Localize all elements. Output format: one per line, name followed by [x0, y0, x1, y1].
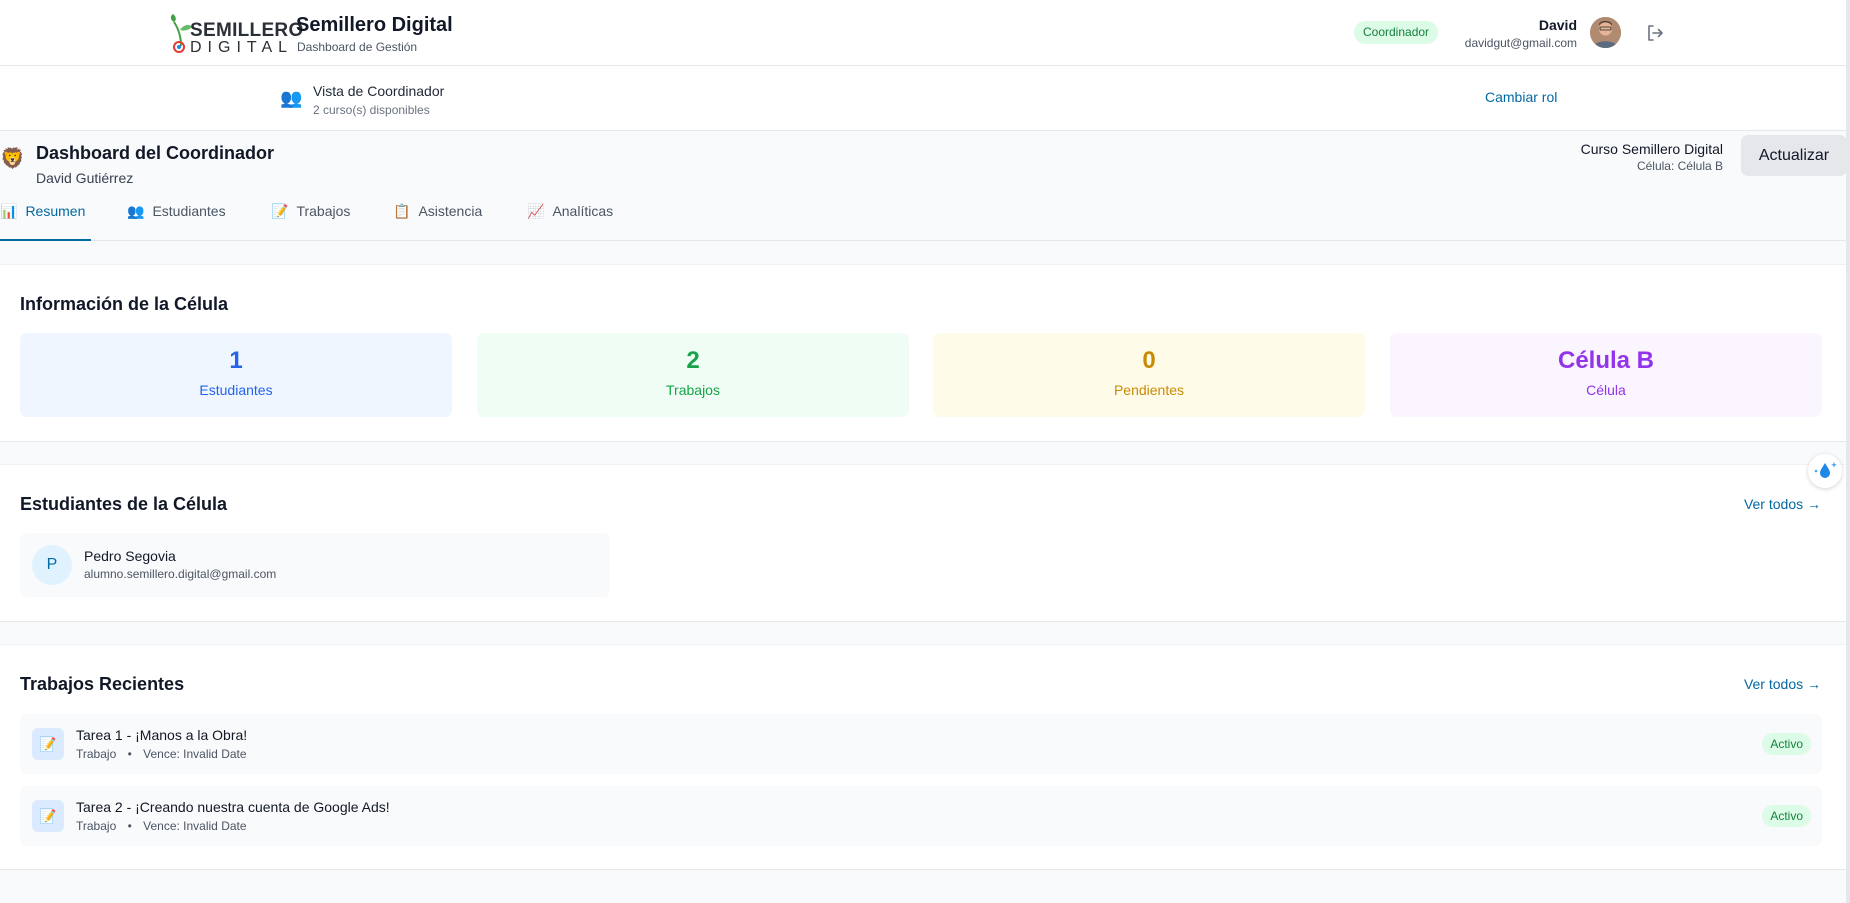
- logout-icon: [1648, 25, 1663, 41]
- stat-label: Estudiantes: [199, 382, 273, 398]
- user-email: davidgut@gmail.com: [1464, 36, 1577, 50]
- droplet-sparkle-icon: [1814, 462, 1837, 478]
- student-avatar: P: [32, 545, 72, 585]
- student-email: alumno.semillero.digital@gmail.com: [84, 567, 277, 581]
- tab-analiticas[interactable]: 📈 Analíticas: [527, 190, 613, 241]
- stat-value: Célula B: [1557, 347, 1655, 374]
- stat-label: Célula: [1586, 382, 1626, 398]
- work-item[interactable]: 📝 Tarea 1 - ¡Manos a la Obra! Trabajo • …: [20, 714, 1822, 774]
- user-photo-icon: [1590, 17, 1621, 48]
- memo-icon: 📝: [271, 203, 289, 219]
- refresh-button[interactable]: Actualizar: [1741, 135, 1847, 176]
- tab-asistencia[interactable]: 📋 Asistencia: [393, 190, 482, 241]
- meta-separator: •: [127, 819, 132, 833]
- change-role-link[interactable]: Cambiar rol: [1485, 89, 1557, 105]
- memo-icon: 📝: [32, 800, 64, 832]
- stat-card-students: 1 Estudiantes: [20, 333, 452, 417]
- app-title: Semillero Digital: [296, 14, 453, 36]
- tab-bar: 📊 Resumen 👥 Estudiantes 📝 Trabajos 📋 Asisten…: [0, 190, 1850, 241]
- course-name: Curso Semillero Digital: [1580, 141, 1723, 157]
- stat-label: Pendientes: [1113, 382, 1185, 398]
- student-card[interactable]: P Pedro Segovia alumno.semillero.digital…: [20, 533, 610, 597]
- memo-icon: 📝: [32, 728, 64, 760]
- tab-estudiantes[interactable]: 👥 Estudiantes: [127, 190, 226, 241]
- role-view-title: Vista de Coordinador: [313, 83, 445, 99]
- section-title: Estudiantes de la Célula: [20, 494, 228, 514]
- stat-value: 1: [229, 347, 243, 374]
- stat-card-works: 2 Trabajos: [477, 333, 909, 417]
- user-name: David: [1538, 17, 1577, 33]
- work-meta: Trabajo • Vence: Invalid Date: [76, 747, 247, 761]
- coordinator-icon: 🦁: [0, 148, 25, 170]
- students-section: Estudiantes de la Célula Ver todos → P P…: [0, 464, 1846, 622]
- status-badge: Activo: [1762, 733, 1811, 755]
- work-type: Trabajo: [76, 747, 117, 761]
- top-header: SEMILLERO DIGITAL Semillero Digital Dash…: [0, 0, 1850, 66]
- meta-separator: •: [127, 747, 132, 761]
- tab-label: Asistencia: [418, 203, 483, 219]
- stat-value: 2: [686, 347, 700, 374]
- recent-works-section: Trabajos Recientes Ver todos → 📝 Tarea 1…: [0, 644, 1846, 870]
- stat-card-cell: Célula B Célula: [1390, 333, 1822, 417]
- status-badge: Activo: [1762, 805, 1811, 827]
- see-all-works-link[interactable]: Ver todos →: [1744, 676, 1821, 692]
- tab-label: Estudiantes: [152, 203, 226, 219]
- line-chart-icon: 📈: [527, 203, 545, 219]
- course-cell: Célula: Célula B: [1636, 159, 1723, 173]
- users-icon: 👥: [127, 203, 145, 219]
- stat-label: Trabajos: [666, 382, 720, 398]
- work-title: Tarea 1 - ¡Manos a la Obra!: [76, 727, 248, 743]
- work-due: Vence: Invalid Date: [143, 747, 247, 761]
- tab-resumen[interactable]: 📊 Resumen: [0, 190, 91, 241]
- window-edge: [1846, 0, 1850, 903]
- dashboard-header: 🦁 Dashboard del Coordinador David Gutiér…: [0, 131, 1850, 241]
- tab-label: Analíticas: [552, 203, 614, 219]
- clipboard-icon: 📋: [393, 203, 411, 219]
- app-subtitle: Dashboard de Gestión: [297, 40, 418, 54]
- cell-info-section: Información de la Célula 1 Estudiantes 2…: [0, 264, 1846, 442]
- floating-helper-button[interactable]: [1808, 454, 1842, 488]
- logout-button[interactable]: [1645, 23, 1665, 43]
- courses-available: 2 curso(s) disponibles: [313, 103, 430, 117]
- student-name: Pedro Segovia: [84, 548, 176, 564]
- stat-card-pending: 0 Pendientes: [933, 333, 1365, 417]
- tab-label: Resumen: [25, 203, 86, 219]
- work-title: Tarea 2 - ¡Creando nuestra cuenta de Goo…: [76, 799, 390, 815]
- section-title: Información de la Célula: [20, 294, 229, 314]
- stat-value: 0: [1142, 347, 1156, 374]
- logo-text-bottom: DIGITAL: [190, 39, 294, 56]
- section-title: Trabajos Recientes: [20, 674, 185, 694]
- work-item[interactable]: 📝 Tarea 2 - ¡Creando nuestra cuenta de G…: [20, 786, 1822, 846]
- work-due: Vence: Invalid Date: [143, 819, 247, 833]
- avatar[interactable]: [1590, 17, 1621, 48]
- tab-label: Trabajos: [296, 203, 351, 219]
- coordinator-name: David Gutiérrez: [36, 170, 134, 186]
- tab-trabajos[interactable]: 📝 Trabajos: [271, 190, 350, 241]
- logo[interactable]: SEMILLERO DIGITAL: [168, 12, 303, 56]
- page-title: Dashboard del Coordinador: [36, 143, 275, 163]
- bar-chart-icon: 📊: [0, 203, 18, 219]
- users-icon: 👥: [280, 88, 303, 108]
- role-bar: 👥 Vista de Coordinador 2 curso(s) dispon…: [0, 66, 1850, 131]
- see-all-students-link[interactable]: Ver todos →: [1744, 496, 1821, 512]
- role-badge: Coordinador: [1354, 21, 1439, 44]
- work-meta: Trabajo • Vence: Invalid Date: [76, 819, 247, 833]
- work-type: Trabajo: [76, 819, 117, 833]
